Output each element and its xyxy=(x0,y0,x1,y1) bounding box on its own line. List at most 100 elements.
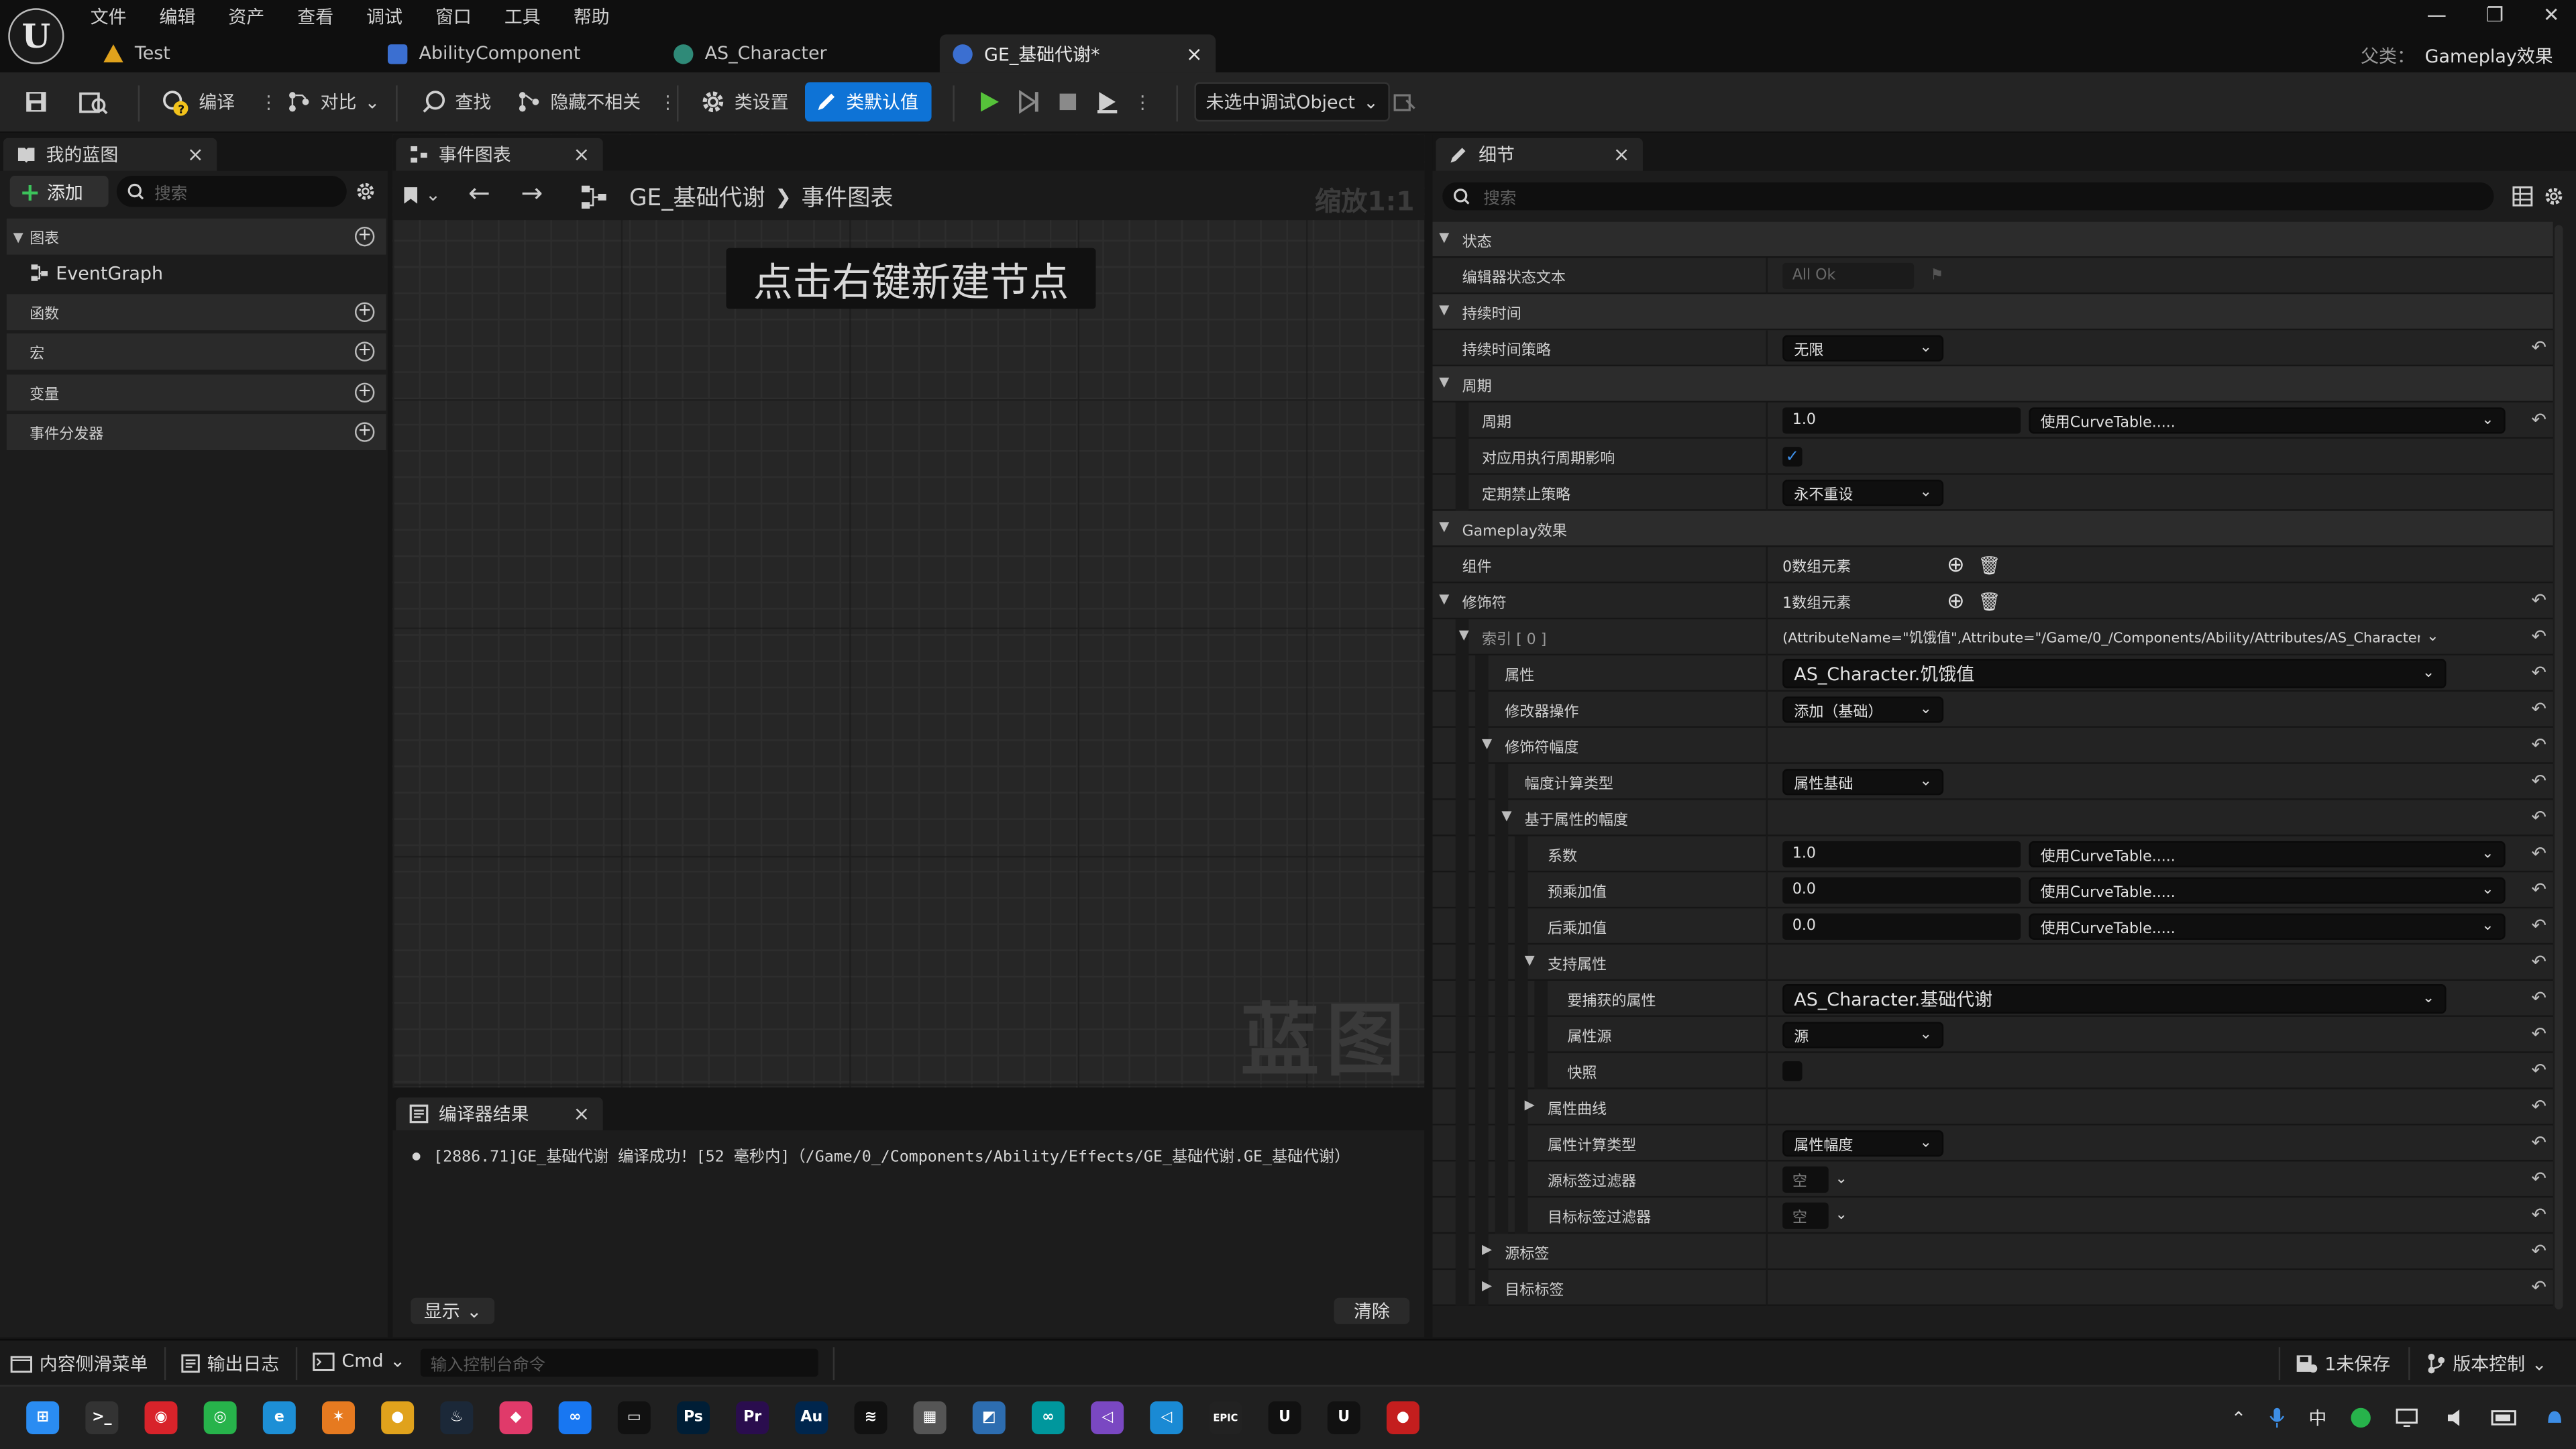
back-arrow-icon[interactable]: ← xyxy=(468,177,490,209)
numeric-input[interactable]: 1.0 xyxy=(1782,407,2021,434)
menu-item[interactable]: 文件 xyxy=(91,3,127,30)
expand-arrow-icon[interactable]: ▼ xyxy=(1525,953,1535,967)
gear-icon[interactable] xyxy=(355,180,376,202)
ime-indicator[interactable]: 中 xyxy=(2308,1405,2326,1431)
taskbar-app-unreal-1-icon[interactable]: U xyxy=(1268,1401,1301,1434)
taskbar-app-unreal-2-icon[interactable]: U xyxy=(1327,1401,1360,1434)
reset-to-default-icon[interactable]: ↶ xyxy=(2531,987,2546,1009)
content-drawer-button[interactable]: 内容侧滑菜单 xyxy=(10,1350,148,1377)
menu-item[interactable]: 资产 xyxy=(228,3,264,30)
menu-item[interactable]: 调试 xyxy=(366,3,402,30)
microphone-icon[interactable] xyxy=(2269,1406,2286,1429)
tag-filter-field[interactable]: 空 xyxy=(1782,1202,1829,1229)
stop-icon[interactable] xyxy=(1055,89,1081,115)
tag-filter-field[interactable]: 空 xyxy=(1782,1166,1829,1193)
menu-item[interactable]: 编辑 xyxy=(160,3,196,30)
expand-arrow-icon[interactable]: ▼ xyxy=(1439,374,1449,389)
close-window-button[interactable]: ✕ xyxy=(2543,3,2560,26)
breadcrumb-leaf[interactable]: 事件图表 xyxy=(802,180,894,213)
taskbar-app-wechat-icon[interactable]: ◎ xyxy=(203,1401,237,1434)
curve-table-dropdown[interactable]: 使用CurveTable..... ⌄ xyxy=(2029,841,2506,868)
unsaved-button[interactable]: 1未保存 xyxy=(2295,1350,2390,1377)
asset-tab[interactable]: GE_基础代谢* × xyxy=(939,34,1216,72)
play-options-icon[interactable]: ⋮ xyxy=(1134,91,1152,113)
taskbar-app-photoshop-icon[interactable]: Ps xyxy=(676,1401,710,1434)
details-row[interactable]: ▶ 源标签 ↶ xyxy=(1432,1234,2553,1271)
taskbar-app-vscode-icon[interactable]: ◁ xyxy=(1150,1401,1183,1434)
attribute-selector[interactable]: AS_Character.饥饿值 ⌄ xyxy=(1782,659,2447,689)
reset-to-default-icon[interactable]: ↶ xyxy=(2531,915,2546,936)
curve-table-dropdown[interactable]: 使用CurveTable..... ⌄ xyxy=(2029,913,2506,940)
taskbar-app-oculus-icon[interactable]: ▭ xyxy=(617,1401,651,1434)
menu-item[interactable]: 帮助 xyxy=(574,3,610,30)
breadcrumb-root[interactable]: GE_基础代谢 xyxy=(629,180,765,213)
taskbar-app-butterfly-icon[interactable]: ✶ xyxy=(322,1401,355,1434)
details-row[interactable]: ▼ 索引 [ 0 ] (AttributeName="饥饿值",Attribute=… xyxy=(1432,619,2553,656)
reset-to-default-icon[interactable]: ↶ xyxy=(2531,698,2546,720)
details-row[interactable]: ▼ 状态 xyxy=(1432,221,2553,258)
details-row[interactable]: ▼ 持续时间 xyxy=(1432,294,2553,331)
collapsed-arrow-icon[interactable]: ▶ xyxy=(1525,1097,1535,1112)
class-settings-button[interactable]: 类设置 xyxy=(690,82,799,121)
output-log-button[interactable]: 输出日志 xyxy=(180,1350,279,1377)
taskbar-app-recorder-icon[interactable]: ● xyxy=(1386,1401,1419,1434)
reset-to-default-icon[interactable]: ↶ xyxy=(2531,1024,2546,1045)
add-function-icon[interactable]: + xyxy=(354,302,375,323)
add-element-icon[interactable]: ⊕ xyxy=(1947,589,1965,614)
taskbar-app-terminal-icon[interactable]: >_ xyxy=(85,1401,119,1434)
volume-icon[interactable] xyxy=(2445,1406,2468,1429)
wechat-tray-icon[interactable] xyxy=(2350,1406,2373,1429)
reset-to-default-icon[interactable]: ↶ xyxy=(2531,1095,2546,1117)
trash-icon[interactable]: 🗑 xyxy=(1978,590,2000,612)
details-row[interactable]: ▶ 属性曲线 ↶ xyxy=(1432,1089,2553,1126)
attribute-selector[interactable]: AS_Character.基础代谢 ⌄ xyxy=(1782,983,2447,1014)
notification-bell-icon[interactable] xyxy=(2544,1406,2567,1429)
add-dispatcher-icon[interactable]: + xyxy=(354,422,375,442)
details-row[interactable]: ▼ 周期 xyxy=(1432,366,2553,403)
chevron-down-icon[interactable]: ⌄ xyxy=(1835,1208,1847,1224)
reset-to-default-icon[interactable]: ↶ xyxy=(2531,626,2546,647)
expand-arrow-icon[interactable]: ▼ xyxy=(1482,736,1492,751)
reset-to-default-icon[interactable]: ↶ xyxy=(2531,590,2546,611)
taskbar-app-edge-icon[interactable]: e xyxy=(262,1401,296,1434)
taskbar-app-app-pink-icon[interactable]: ◆ xyxy=(499,1401,533,1434)
taskbar-app-meta-icon[interactable]: ∞ xyxy=(558,1401,592,1434)
taskbar-app-start-icon[interactable]: ⊞ xyxy=(26,1401,60,1434)
reset-to-default-icon[interactable]: ↶ xyxy=(2531,409,2546,431)
collapsed-arrow-icon[interactable]: ▶ xyxy=(1482,1278,1492,1293)
chevron-down-icon[interactable]: ⌄ xyxy=(1835,1171,1847,1187)
taskbar-app-arduino-icon[interactable]: ∞ xyxy=(1031,1401,1065,1434)
taskbar-app-epic-icon[interactable]: EPIC xyxy=(1209,1401,1242,1434)
expand-arrow-icon[interactable]: ▼ xyxy=(1439,303,1449,317)
compile-options-icon[interactable]: ⋮ xyxy=(260,91,278,113)
details-row[interactable]: ▼ 修饰符幅度 ↶ xyxy=(1432,727,2553,764)
play-icon[interactable] xyxy=(976,89,1002,115)
reset-to-default-icon[interactable]: ↶ xyxy=(2531,951,2546,973)
add-macro-icon[interactable]: + xyxy=(354,341,375,362)
close-event-graph-button[interactable]: × xyxy=(574,143,590,166)
blueprint-search-input[interactable]: 搜索 xyxy=(116,176,347,207)
taskbar-app-steam-icon[interactable]: ♨ xyxy=(440,1401,474,1434)
property-dropdown[interactable]: 添加（基础） ⌄ xyxy=(1782,696,1944,723)
section-macros[interactable]: 宏 + xyxy=(6,333,386,370)
compiler-message-text[interactable]: [2886.71]GE_基础代谢 编译成功！[52 毫秒内]（/Game/0_/… xyxy=(433,1143,1350,1167)
details-row[interactable]: ▼ 基于属性的幅度 ↶ xyxy=(1432,800,2553,837)
numeric-input[interactable]: 0.0 xyxy=(1782,877,2021,904)
section-dispatchers[interactable]: 事件分发器 + xyxy=(6,414,386,451)
chevron-up-icon[interactable]: ⌃ xyxy=(2231,1407,2247,1429)
expand-arrow-icon[interactable]: ▼ xyxy=(1439,230,1449,245)
reset-to-default-icon[interactable]: ↶ xyxy=(2531,337,2546,358)
property-dropdown[interactable]: 属性基础 ⌄ xyxy=(1782,769,1944,796)
details-scrollbar[interactable] xyxy=(2555,225,2563,1309)
browse-button[interactable] xyxy=(69,82,118,121)
expand-arrow-icon[interactable]: ▼ xyxy=(1501,808,1511,823)
taskbar-app-calculator-icon[interactable]: ▦ xyxy=(913,1401,947,1434)
find-button[interactable]: 查找 xyxy=(411,82,501,121)
reset-to-default-icon[interactable]: ↶ xyxy=(2531,806,2546,828)
curve-table-dropdown[interactable]: 使用CurveTable..... ⌄ xyxy=(2029,407,2506,434)
minimize-button[interactable]: — xyxy=(2427,3,2447,26)
gear-icon[interactable] xyxy=(2543,186,2565,207)
add-button[interactable]: + 添加 xyxy=(9,176,109,207)
details-row[interactable]: ▼ 修饰符 1数组元素 ⊕ 🗑 ↶ xyxy=(1432,583,2553,620)
curve-table-dropdown[interactable]: 使用CurveTable..... ⌄ xyxy=(2029,877,2506,904)
